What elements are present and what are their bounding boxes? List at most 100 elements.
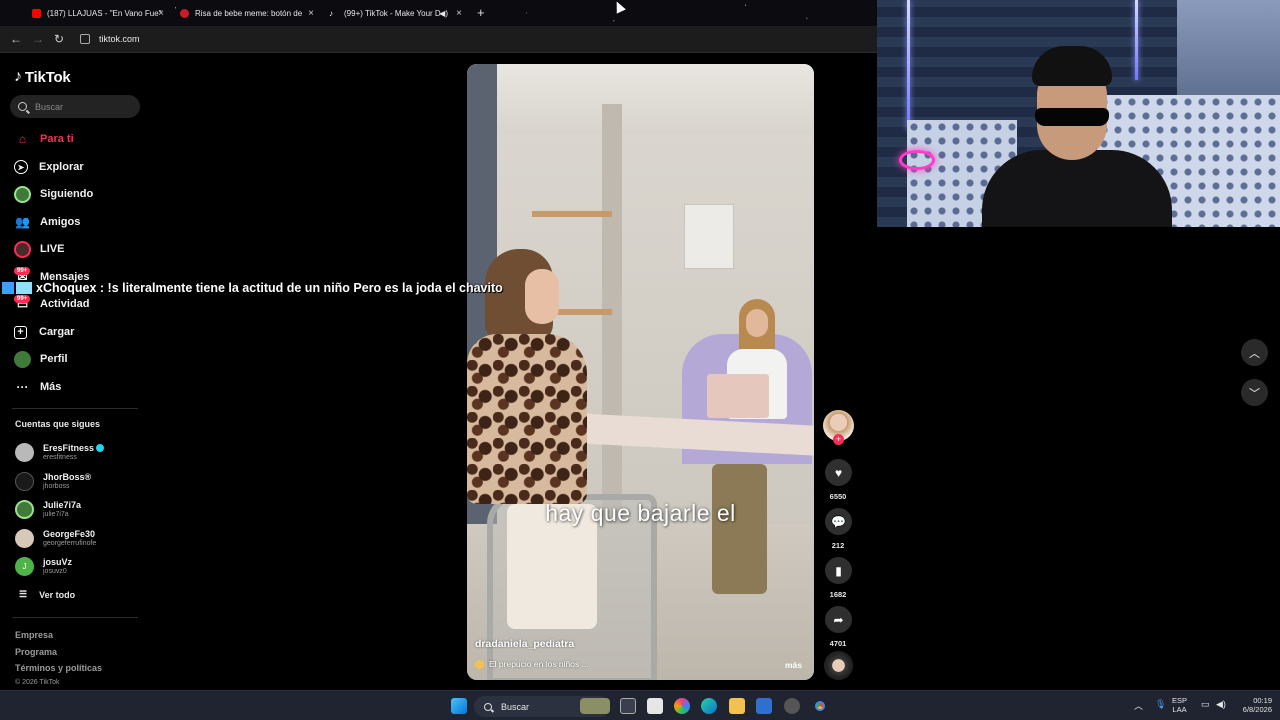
copilot-icon[interactable] (674, 698, 690, 714)
tiktok-favicon-icon: ♪ (329, 8, 333, 18)
more-icon: ··· (16, 380, 29, 394)
footer-link-programa[interactable]: Programa (15, 647, 57, 657)
creator-avatar[interactable]: + (823, 410, 854, 445)
close-tab-icon[interactable]: × (308, 8, 314, 19)
browser-tab-youtube[interactable]: (187) LLAJUAS - "En Vano Fue" × (32, 3, 164, 23)
tray-chevron-icon[interactable]: ︿ (1134, 699, 1143, 712)
tiktok-logo[interactable]: ♪ TikTok (14, 68, 71, 86)
list-icon: ☰ (19, 589, 28, 599)
messages-badge: 99+ (14, 267, 31, 275)
microphone-icon[interactable]: 🎙 (1155, 699, 1166, 710)
next-video-button[interactable]: ﹀ (1241, 379, 1268, 406)
tab-title: Risa de bebe meme: botón de (195, 8, 303, 18)
mail-icon[interactable] (756, 698, 772, 714)
windows-start-icon[interactable] (451, 698, 467, 714)
forward-icon[interactable]: → (32, 32, 44, 46)
live-icon (14, 240, 31, 258)
browser-tab-meme[interactable]: Risa de bebe meme: botón de × (180, 3, 314, 23)
webcam-feed (877, 0, 1280, 227)
see-all-button[interactable]: ☰ Ver todo (19, 589, 75, 600)
store-icon[interactable] (647, 698, 663, 714)
screen: (187) LLAJUAS - "En Vano Fue" × Risa de … (0, 0, 1280, 720)
save-count: 1682 (829, 590, 847, 599)
followed-account-jhorboss[interactable]: JhorBoss® jhorboss (15, 469, 91, 493)
followed-account-josuvz[interactable]: J josuVz josuvz0 (15, 554, 72, 578)
tab-title: (99+) TikTok - Make Your D (344, 8, 441, 18)
avatar (15, 499, 34, 519)
browser-tab-tiktok[interactable]: ♪ (99+) TikTok - Make Your D ◀) × (329, 3, 462, 23)
address-bar-row: ← → ↻ tiktok.com (0, 26, 877, 53)
browser-tab-bar: (187) LLAJUAS - "En Vano Fue" × Risa de … (0, 0, 877, 26)
followed-account-georgefe30[interactable]: GeorgeFe30 georgeferrufinofe (15, 526, 96, 550)
widget-icon[interactable] (580, 698, 610, 714)
share-count: 4701 (829, 639, 847, 648)
compass-icon: ➤ (14, 160, 28, 174)
share-icon: ➦ (833, 612, 844, 627)
previous-video-button[interactable]: ︿ (1241, 339, 1268, 366)
nav-item-live[interactable]: LIVE (14, 239, 64, 259)
chat-overlay-message: xChoquex : !s literalmente tiene la acti… (2, 279, 503, 296)
close-tab-icon[interactable]: × (456, 8, 462, 19)
edge-icon[interactable] (701, 698, 717, 714)
search-placeholder: Buscar (35, 101, 64, 112)
new-tab-button[interactable]: + (477, 5, 485, 20)
comment-count: 212 (831, 541, 845, 550)
following-section-title: Cuentas que sigues (15, 419, 101, 429)
footer-link-terminos[interactable]: Términos y políticas (15, 663, 102, 673)
nav-item-para-ti[interactable]: ⌂ Para ti (14, 129, 74, 149)
nav-item-cargar[interactable]: + Cargar (14, 322, 74, 342)
avatar: J (15, 556, 34, 576)
close-tab-icon[interactable]: × (158, 8, 164, 19)
emoji-icon (475, 659, 484, 669)
nav-item-explorar[interactable]: ➤ Explorar (14, 157, 84, 177)
avatar (15, 471, 34, 491)
following-avatar-icon (14, 185, 31, 203)
tab-title: (187) LLAJUAS - "En Vano Fue" (47, 8, 162, 18)
music-disc-icon[interactable] (824, 651, 853, 680)
chrome-icon[interactable] (812, 698, 828, 714)
footer-link-empresa[interactable]: Empresa (15, 630, 53, 640)
save-button[interactable]: ▮ (825, 557, 852, 584)
file-explorer-icon[interactable] (729, 698, 745, 714)
video-description: El prepucio en los niños ... (475, 659, 589, 669)
volume-icon[interactable]: ◀) (1216, 699, 1226, 710)
nav-item-amigos[interactable]: 👥 Amigos (14, 212, 80, 232)
network-icon[interactable]: ▭ (1201, 699, 1210, 710)
video-author[interactable]: dradaniela_pediatra (475, 638, 574, 650)
upload-icon: + (14, 325, 27, 339)
follow-plus-icon[interactable]: + (833, 434, 844, 445)
comment-button[interactable]: 💬 (825, 508, 852, 535)
search-input[interactable]: Buscar (10, 95, 140, 118)
nav-item-mas[interactable]: ··· Más (14, 377, 62, 397)
followed-account-julie7i7a[interactable]: Julie7i7a julie7i7a (15, 497, 81, 521)
system-clock[interactable]: 00:19 6/8/2026 (1232, 696, 1272, 714)
audio-playing-icon[interactable]: ◀) (439, 9, 448, 18)
tiktok-logo-icon: ♪ (14, 68, 22, 85)
copyright: © 2026 TikTok (15, 679, 60, 686)
bookmark-icon: ▮ (835, 563, 842, 578)
chevron-down-icon: ﹀ (1249, 387, 1260, 400)
share-button[interactable]: ➦ (825, 606, 852, 633)
back-icon[interactable]: ← (10, 32, 22, 46)
nav-item-perfil[interactable]: Perfil (14, 349, 68, 369)
url-field[interactable]: tiktok.com (99, 34, 140, 44)
avatar (15, 528, 34, 548)
site-favicon-icon (180, 8, 189, 18)
reload-icon[interactable]: ↻ (54, 32, 64, 46)
video-player[interactable]: hay que bajarle el dradaniela_pediatra E… (467, 64, 814, 680)
verified-icon (96, 443, 105, 452)
comment-icon: 💬 (831, 514, 846, 529)
taskbar: Buscar ︿ 🎙 ESP LAA ▭ ◀) 00:19 6/8/2026 (0, 690, 1280, 720)
chevron-up-icon: ︿ (1249, 347, 1260, 360)
chat-badge-icon (2, 281, 32, 294)
heart-icon: ♥ (834, 465, 843, 480)
nav-item-siguiendo[interactable]: Siguiendo (14, 184, 93, 204)
site-info-icon[interactable] (80, 34, 90, 44)
more-button[interactable]: más (785, 660, 802, 670)
app-icon[interactable] (784, 698, 800, 714)
language-indicator[interactable]: ESP LAA (1172, 696, 1187, 714)
video-caption: hay que bajarle el (545, 500, 736, 526)
followed-account-eresfitness[interactable]: EresFitness eresfitness (15, 440, 105, 464)
like-button[interactable]: ♥ (825, 459, 852, 486)
task-view-icon[interactable] (620, 698, 636, 714)
